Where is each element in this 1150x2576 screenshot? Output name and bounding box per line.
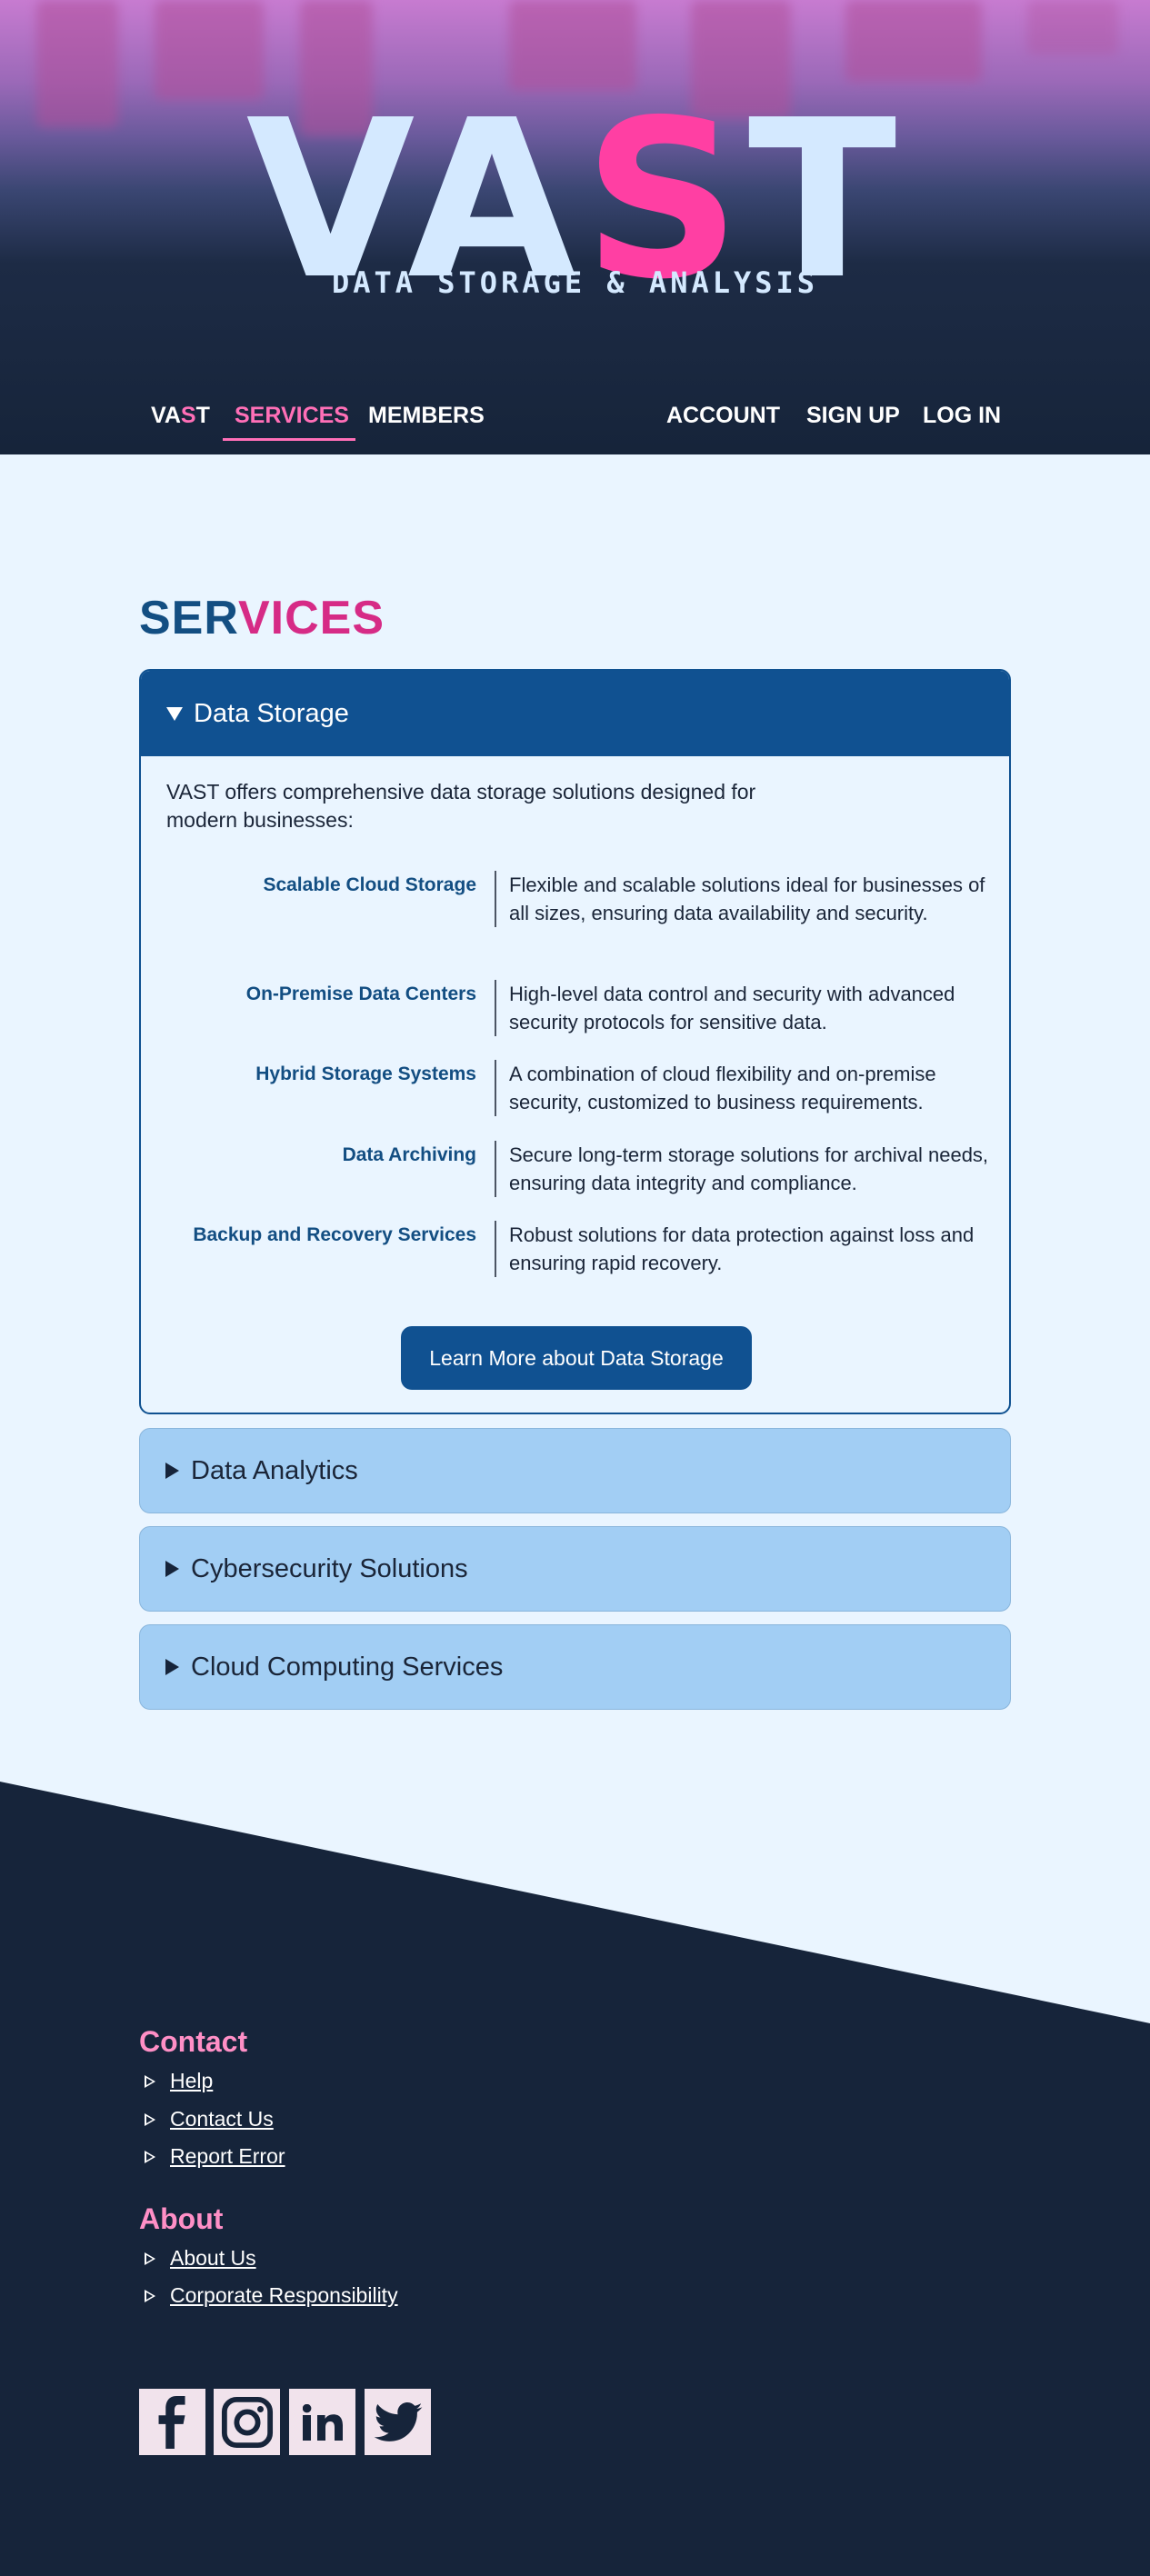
triangle-outline-icon xyxy=(145,2075,155,2088)
triangle-down-icon xyxy=(166,706,183,721)
nav-item-account[interactable]: ACCOUNT xyxy=(666,400,780,431)
nav-brand[interactable]: VAST xyxy=(151,400,210,431)
nav-item-sign-up[interactable]: SIGN UP xyxy=(806,400,900,431)
triangle-outline-icon xyxy=(145,2113,155,2126)
footer-heading-contact: Contact xyxy=(139,2025,248,2058)
nav-item-services[interactable]: SERVICES xyxy=(235,400,349,431)
footer-background xyxy=(0,1782,1150,2576)
accordion-cloud-computing[interactable]: Cloud Computing Services xyxy=(139,1624,1011,1710)
twitter-icon[interactable] xyxy=(365,2389,431,2455)
accordion-header-data-storage[interactable]: Data Storage xyxy=(141,671,1009,756)
hero-header: VAST DATA STORAGE & ANALYSIS VAST SERVIC… xyxy=(0,0,1150,454)
tagline: DATA STORAGE & ANALYSIS xyxy=(331,265,819,300)
accordion-cybersecurity[interactable]: Cybersecurity Solutions xyxy=(139,1526,1011,1612)
definition-term: On-Premise Data Centers xyxy=(245,983,476,1004)
footer-link-corporate-responsibility[interactable]: Corporate Responsibility xyxy=(139,2281,398,2309)
accordion-data-analytics[interactable]: Data Analytics xyxy=(139,1428,1011,1513)
triangle-right-icon xyxy=(165,1659,179,1675)
learn-more-button[interactable]: Learn More about Data Storage xyxy=(401,1326,752,1390)
accordion-intro: VAST offers comprehensive data storage s… xyxy=(166,780,756,832)
definition-term: Backup and Recovery Services xyxy=(193,1224,476,1245)
definition-description: Secure long-term storage solutions for a… xyxy=(495,1141,990,1197)
definition-description: Robust solutions for data protection aga… xyxy=(495,1221,990,1277)
accordion-label: Cybersecurity Solutions xyxy=(191,1553,468,1583)
main-nav: VAST SERVICES MEMBERS ACCOUNT SIGN UP LO… xyxy=(0,400,1150,441)
accordion-label: Data Analytics xyxy=(191,1455,358,1485)
nav-item-members[interactable]: MEMBERS xyxy=(368,400,485,431)
triangle-right-icon xyxy=(165,1561,179,1577)
footer-link-help[interactable]: Help xyxy=(139,2067,213,2094)
footer-link-about-us[interactable]: About Us xyxy=(139,2244,256,2271)
accordion-label: Data Storage xyxy=(194,698,349,728)
facebook-icon[interactable] xyxy=(139,2389,205,2455)
background-photo-blur xyxy=(845,0,982,82)
definition-description: Flexible and scalable solutions ideal fo… xyxy=(495,871,990,927)
accordion-data-storage: Data Storage VAST offers comprehensive d… xyxy=(139,669,1011,1414)
footer-link-report-error[interactable]: Report Error xyxy=(139,2142,285,2170)
nav-item-log-in[interactable]: LOG IN xyxy=(923,400,1001,431)
nav-active-underline xyxy=(223,438,355,441)
triangle-outline-icon xyxy=(145,2151,155,2163)
triangle-right-icon xyxy=(165,1463,179,1479)
instagram-icon[interactable] xyxy=(214,2389,280,2455)
definition-term: Hybrid Storage Systems xyxy=(255,1063,476,1084)
definition-term: Data Archiving xyxy=(342,1144,476,1165)
section-title: SERVICES xyxy=(139,592,385,644)
footer-link-contact-us[interactable]: Contact Us xyxy=(139,2105,274,2132)
accordion-label: Cloud Computing Services xyxy=(191,1652,504,1682)
triangle-outline-icon xyxy=(145,2290,155,2302)
triangle-outline-icon xyxy=(145,2252,155,2265)
definition-description: A combination of cloud flexibility and o… xyxy=(495,1060,990,1116)
background-photo-blur xyxy=(1027,0,1118,55)
linkedin-icon[interactable] xyxy=(289,2389,355,2455)
definition-term: Scalable Cloud Storage xyxy=(263,874,476,895)
definition-description: High-level data control and security wit… xyxy=(495,980,990,1036)
footer-heading-about: About xyxy=(139,2202,224,2235)
